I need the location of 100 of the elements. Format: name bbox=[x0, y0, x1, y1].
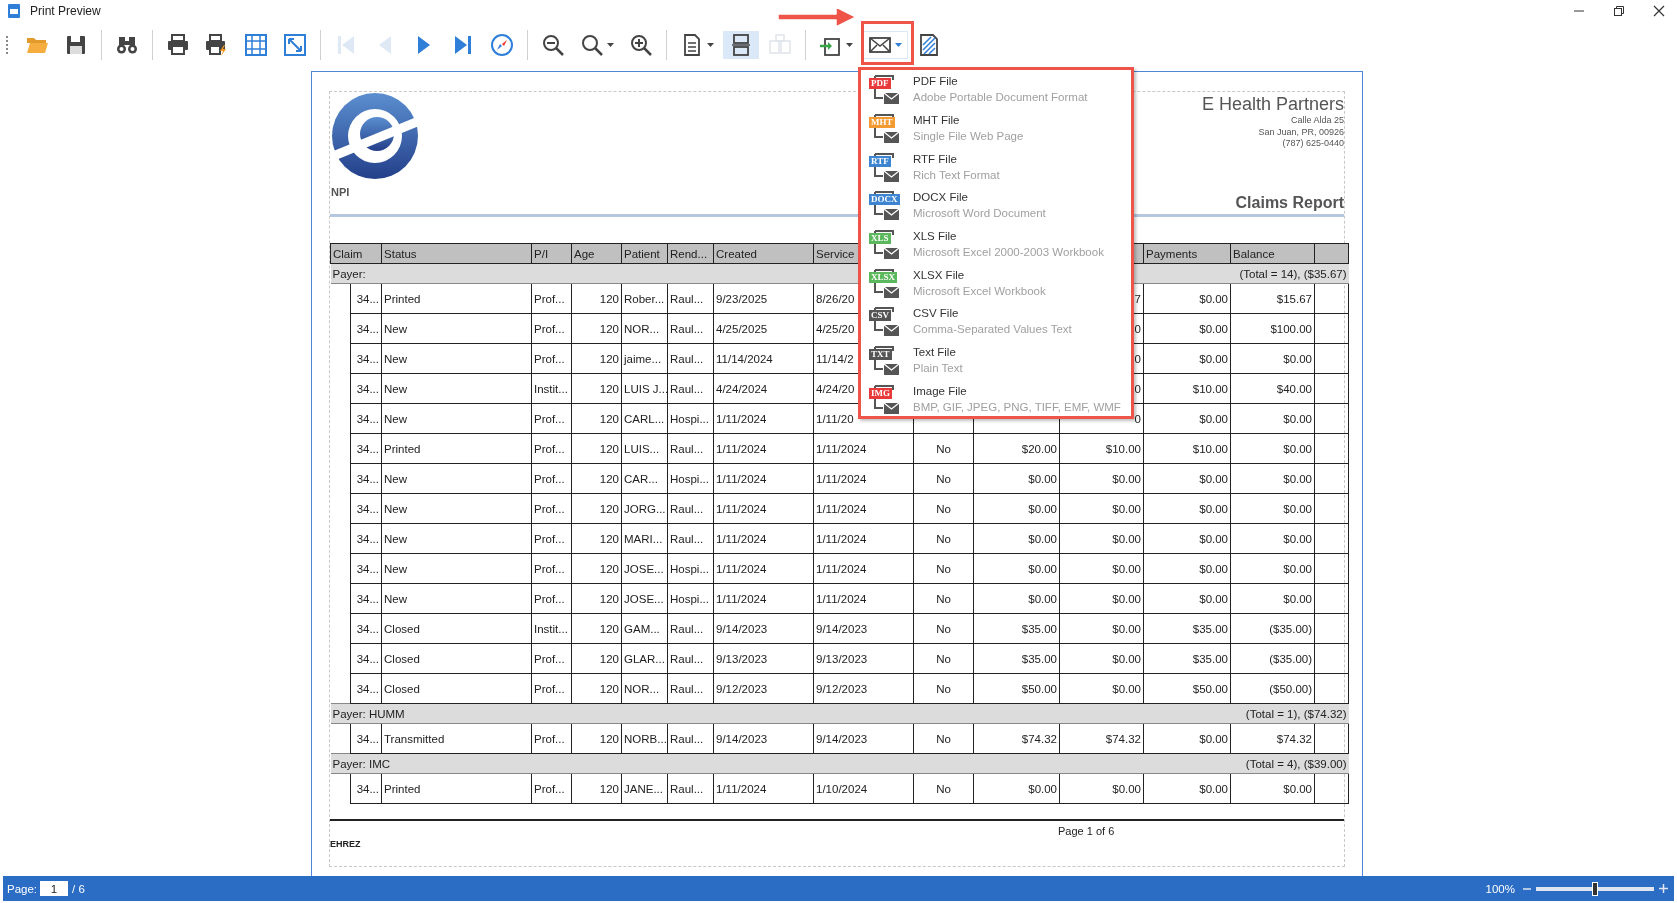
table-cell: No bbox=[913, 553, 974, 584]
menu-item[interactable]: MHT MHT File Single File Web Page bbox=[863, 108, 1129, 148]
table-cell: 34... bbox=[350, 523, 382, 554]
table-cell: 9/14/2023 bbox=[813, 723, 914, 754]
table-cell: 120 bbox=[571, 523, 622, 554]
table-cell: 4/25/2025 bbox=[713, 313, 814, 344]
printer-icon bbox=[166, 33, 190, 57]
table-cell: 34... bbox=[350, 643, 382, 674]
table-cell: 120 bbox=[571, 283, 622, 314]
table-cell: Prof... bbox=[531, 343, 572, 374]
table-cell: No bbox=[913, 463, 974, 494]
page-label: Page: bbox=[7, 882, 38, 895]
table-cell: $15.67 bbox=[1230, 283, 1315, 314]
table-cell bbox=[1314, 433, 1349, 464]
zoom-in-icon bbox=[629, 33, 653, 57]
table-cell: New bbox=[381, 313, 532, 344]
table-cell: $0.00 bbox=[1059, 553, 1144, 584]
table-cell: $10.00 bbox=[1143, 373, 1231, 404]
column-header: Age bbox=[571, 243, 622, 264]
table-cell: $0.00 bbox=[1143, 493, 1231, 524]
page-field[interactable]: 1 bbox=[40, 881, 69, 896]
table-cell: 9/14/2023 bbox=[713, 613, 814, 644]
slider-thumb[interactable] bbox=[1592, 881, 1598, 896]
table-cell: $0.00 bbox=[1143, 403, 1231, 434]
column-header: Balance bbox=[1230, 243, 1315, 264]
magnifier-icon bbox=[580, 33, 604, 57]
table-cell: No bbox=[913, 523, 974, 554]
table-cell: Prof... bbox=[531, 433, 572, 464]
table-cell: $0.00 bbox=[1059, 463, 1144, 494]
table-cell: Printed bbox=[381, 773, 532, 804]
group-total: (Total = 14), ($35.67) bbox=[1239, 267, 1347, 280]
table-cell: 11/14/2024 bbox=[713, 343, 814, 374]
table-cell: 1/11/2024 bbox=[713, 553, 814, 584]
zoom-reading: 100% bbox=[1485, 882, 1515, 895]
table-cell: 120 bbox=[571, 673, 622, 704]
table-cell bbox=[1314, 673, 1349, 704]
table-cell: Raul... bbox=[667, 493, 714, 524]
table-cell: 1/11/2024 bbox=[713, 583, 814, 614]
table-cell: 4/24/2024 bbox=[713, 373, 814, 404]
table-cell: NORB... bbox=[621, 723, 668, 754]
table-cell: 120 bbox=[571, 373, 622, 404]
table-cell: 120 bbox=[571, 343, 622, 374]
plus-icon[interactable] bbox=[1659, 884, 1668, 893]
save-icon bbox=[64, 33, 88, 57]
menu-item[interactable]: DOCX DOCX File Microsoft Word Document bbox=[863, 186, 1129, 225]
table-cell: $0.00 bbox=[1230, 493, 1315, 524]
table-cell: MARI... bbox=[621, 523, 668, 554]
table-cell: 34... bbox=[350, 463, 382, 494]
column-header: P/I bbox=[531, 243, 572, 264]
table-cell: Prof... bbox=[531, 493, 572, 524]
table-cell: $0.00 bbox=[1230, 773, 1315, 804]
table-cell: New bbox=[381, 403, 532, 434]
column-header: Rend... bbox=[667, 243, 714, 264]
table-cell: $0.00 bbox=[1230, 523, 1315, 554]
table-cell bbox=[1314, 283, 1349, 314]
table-cell: $0.00 bbox=[1143, 343, 1231, 374]
table-cell: Prof... bbox=[531, 583, 572, 614]
table-cell: $50.00 bbox=[1143, 673, 1231, 704]
format-badge: IMG bbox=[869, 387, 892, 399]
table-cell: Prof... bbox=[531, 643, 572, 674]
table-cell: Raul... bbox=[667, 343, 714, 374]
table-cell: 9/13/2023 bbox=[813, 643, 914, 674]
toolbar-button[interactable] bbox=[723, 31, 759, 59]
table-cell: Printed bbox=[381, 433, 532, 464]
table-cell: Hospi... bbox=[667, 553, 714, 584]
table-cell: $74.32 bbox=[1230, 723, 1315, 754]
table-cell: $0.00 bbox=[1143, 773, 1231, 804]
menu-item[interactable]: RTF RTF File Rich Text Format bbox=[863, 147, 1129, 187]
table-cell: Closed bbox=[381, 643, 532, 674]
table-cell: 9/14/2023 bbox=[713, 723, 814, 754]
watermark-icon bbox=[917, 33, 941, 57]
menu-item[interactable]: PDF PDF File Adobe Portable Document Format bbox=[863, 70, 1129, 109]
column-header: Payments bbox=[1143, 243, 1231, 264]
close-icon[interactable] bbox=[1653, 5, 1665, 17]
document-mail-icon bbox=[871, 305, 901, 338]
table-cell: No bbox=[913, 613, 974, 644]
table-cell: LUIS J... bbox=[621, 373, 668, 404]
table-cell bbox=[1314, 343, 1349, 374]
table-cell: No bbox=[913, 433, 974, 464]
company-name: E Health Partners bbox=[1201, 94, 1344, 115]
table-cell: New bbox=[381, 493, 532, 524]
table-cell: No bbox=[913, 723, 974, 754]
table-cell: $0.00 bbox=[973, 773, 1060, 804]
table-cell: $0.00 bbox=[1059, 523, 1144, 554]
table-cell: Raul... bbox=[667, 373, 714, 404]
table-cell: Raul... bbox=[667, 773, 714, 804]
table-cell: 1/11/2024 bbox=[813, 553, 914, 584]
table-cell: Prof... bbox=[531, 463, 572, 494]
table-cell bbox=[1314, 553, 1349, 584]
table-cell: Raul... bbox=[667, 613, 714, 644]
format-badge: XLSX bbox=[869, 271, 897, 283]
table-cell: Hospi... bbox=[667, 463, 714, 494]
table-cell: JOSE... bbox=[621, 583, 668, 614]
document-mail-icon bbox=[871, 189, 901, 222]
table-cell: 34... bbox=[350, 283, 382, 314]
table-cell: $74.32 bbox=[1059, 723, 1144, 754]
table-cell: $0.00 bbox=[1143, 523, 1231, 554]
restore-icon[interactable] bbox=[1613, 5, 1625, 17]
table-cell: 1/11/2024 bbox=[813, 583, 914, 614]
toolbar-button[interactable] bbox=[862, 31, 908, 59]
